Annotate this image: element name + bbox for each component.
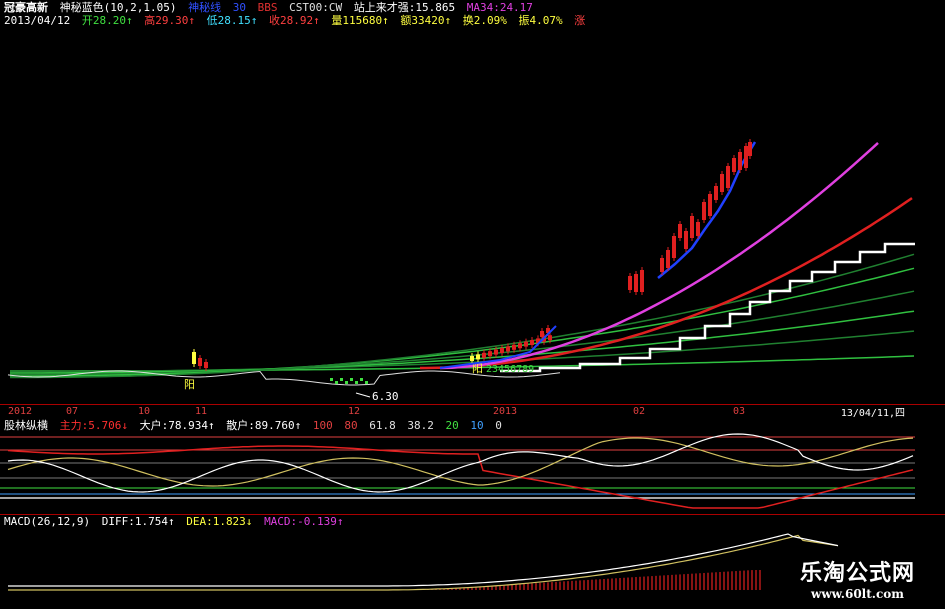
axis-label-02: 02: [633, 406, 646, 417]
indicator-title-row: 股林纵横 主力:5.706↓ 大户:78.934↑ 散户:89.760↑ 100…: [4, 419, 507, 432]
low-dot: [350, 378, 353, 381]
tag-ma34: MA34:24.17: [466, 1, 533, 14]
low-dot: [355, 381, 358, 384]
tag-bbs: BBS: [257, 1, 278, 14]
level-20: 20: [445, 419, 459, 432]
axis-label-10: 10: [138, 406, 151, 417]
low-dot: [345, 381, 348, 384]
tag-zhanshang: 站上来才强:15.865: [353, 1, 456, 14]
axis-label-2013: 2013: [493, 406, 518, 417]
level-382: 38.2: [407, 419, 434, 432]
price-chart: 6.30 阳 阳 23456789: [7, 139, 915, 403]
watermark: 乐淘公式网 www.60lt.com: [800, 555, 915, 601]
green-ma-line-2: [10, 310, 915, 374]
low-dot: [340, 378, 343, 381]
low-dot: [335, 381, 338, 384]
level-618: 61.8: [369, 419, 396, 432]
low-price-label: 6.30: [372, 390, 399, 403]
tag-30: 30: [232, 1, 246, 14]
macd-dea: DEA:1.823↓: [186, 515, 253, 528]
low-dot: [360, 378, 363, 381]
diff-line: [8, 533, 839, 587]
macd-title: MACD(26,12,9): [4, 515, 91, 528]
tag-cst: CST00:CW: [289, 1, 343, 14]
title-row: 冠豪高新 神秘蓝色(10,2,1.05) 神秘线 30 BBS CST00:CW…: [4, 1, 538, 14]
axis-label-2012: 2012: [8, 406, 33, 417]
macd-diff: DIFF:1.754↑: [101, 515, 175, 528]
level-0: 0: [495, 419, 502, 432]
big-holder-line: [7, 437, 914, 487]
current-date-badge: 13/04/11,四: [840, 408, 905, 419]
axis-label-11: 11: [195, 406, 208, 417]
axis-label-07: 07: [66, 406, 79, 417]
indicator-chart: [0, 433, 915, 509]
low-price-pointer: [355, 392, 371, 398]
macd-title-row: MACD(26,12,9) DIFF:1.754↑ DEA:1.823↓ MAC…: [4, 515, 349, 528]
level-80: 80: [344, 419, 358, 432]
level-10: 10: [470, 419, 484, 432]
sequence-label: 23456789: [486, 364, 534, 375]
stock-name: 冠豪高新: [4, 1, 48, 14]
low-dot: [365, 381, 368, 384]
tag-shenmi: 神秘线: [188, 1, 222, 14]
dea-line: [8, 534, 839, 591]
level-100: 100: [312, 419, 333, 432]
green-ma-line-0: [10, 355, 915, 372]
watermark-title: 乐淘公式网: [799, 561, 915, 586]
date-axis: 2012 07 10 11 12 2013 02 03: [0, 404, 945, 419]
macd-value: MACD:-0.139↑: [264, 515, 344, 528]
main-force-value: 主力:5.706↓: [59, 419, 128, 432]
axis-label-03: 03: [733, 406, 746, 417]
watermark-url: www.60lt.com: [811, 587, 904, 601]
indicator-name: 神秘蓝色(10,2,1.05): [59, 1, 177, 14]
candlesticks: [192, 139, 752, 384]
retail-value: 散户:89.760↑: [226, 419, 302, 432]
axis-label-12: 12: [348, 406, 361, 417]
big-holder-value: 大户:78.934↑: [139, 419, 215, 432]
low-dot: [330, 378, 333, 381]
indicator-title: 股林纵横: [4, 419, 48, 432]
yang-label-1: 阳: [184, 378, 195, 391]
